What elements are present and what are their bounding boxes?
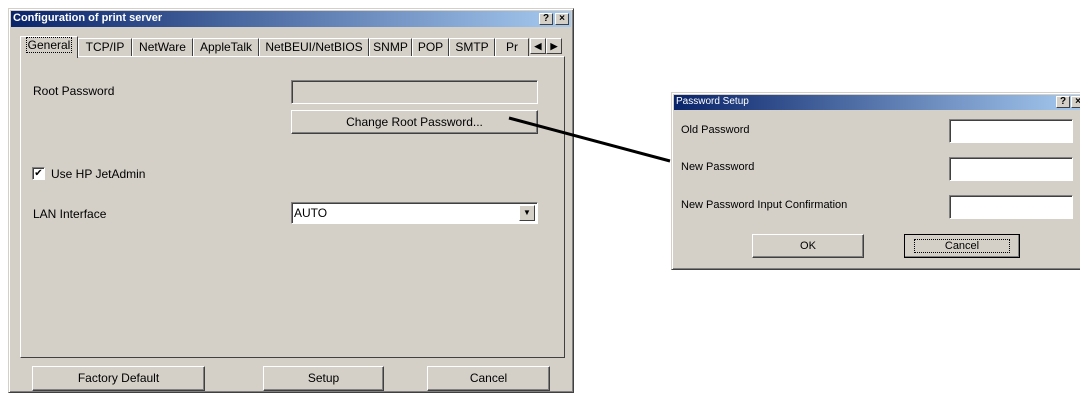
checkmark-icon: ✔ — [34, 168, 43, 179]
tab-pr[interactable]: Pr — [495, 38, 529, 57]
tab-pop[interactable]: POP — [412, 38, 449, 57]
dialog-ok-button[interactable]: OK — [752, 234, 864, 258]
lan-interface-value: AUTO — [294, 206, 328, 220]
title-bar[interactable]: Configuration of print server ? × — [11, 11, 571, 27]
dialog-help-button[interactable]: ? — [1056, 96, 1070, 108]
tab-scroll-left-icon[interactable]: ◀ — [530, 38, 546, 54]
dialog-title: Password Setup — [676, 96, 749, 107]
use-hp-jetadmin-label: Use HP JetAdmin — [51, 167, 146, 181]
old-password-input[interactable] — [949, 119, 1073, 143]
dialog-cancel-label: Cancel — [913, 239, 1011, 253]
chevron-down-icon[interactable]: ▼ — [519, 205, 535, 221]
new-password-input[interactable] — [949, 157, 1073, 181]
factory-default-button[interactable]: Factory Default — [32, 366, 205, 391]
password-setup-dialog: Password Setup ? × Old Password New Pass… — [671, 92, 1080, 270]
tab-tcpip[interactable]: TCP/IP — [78, 38, 132, 57]
use-hp-jetadmin-checkbox[interactable]: ✔ — [32, 167, 45, 180]
lan-interface-label: LAN Interface — [33, 207, 107, 221]
help-button[interactable]: ? — [539, 13, 553, 25]
lan-interface-select[interactable]: AUTO ▼ — [291, 202, 538, 224]
confirm-password-input[interactable] — [949, 195, 1073, 219]
dialog-close-button[interactable]: × — [1071, 96, 1080, 108]
window-title: Configuration of print server — [13, 12, 163, 24]
root-password-field[interactable] — [291, 80, 538, 104]
tab-netware[interactable]: NetWare — [132, 38, 193, 57]
dialog-title-bar[interactable]: Password Setup ? × — [674, 95, 1080, 110]
tab-smtp[interactable]: SMTP — [449, 38, 495, 57]
new-password-label: New Password — [681, 161, 755, 173]
close-button[interactable]: × — [555, 13, 569, 25]
confirm-password-label: New Password Input Confirmation — [681, 199, 848, 211]
tab-appletalk[interactable]: AppleTalk — [193, 38, 259, 57]
root-password-label: Root Password — [33, 84, 115, 98]
tab-scroll-right-icon[interactable]: ▶ — [546, 38, 562, 54]
tab-netbeui-netbios[interactable]: NetBEUI/NetBIOS — [259, 38, 369, 57]
change-root-password-button[interactable]: Change Root Password... — [291, 110, 538, 134]
tab-general[interactable]: General — [20, 36, 78, 58]
tab-snmp[interactable]: SNMP — [369, 38, 412, 57]
old-password-label: Old Password — [681, 124, 750, 136]
cancel-button[interactable]: Cancel — [427, 366, 550, 391]
dialog-cancel-button[interactable]: Cancel — [904, 234, 1020, 258]
setup-button[interactable]: Setup — [263, 366, 384, 391]
